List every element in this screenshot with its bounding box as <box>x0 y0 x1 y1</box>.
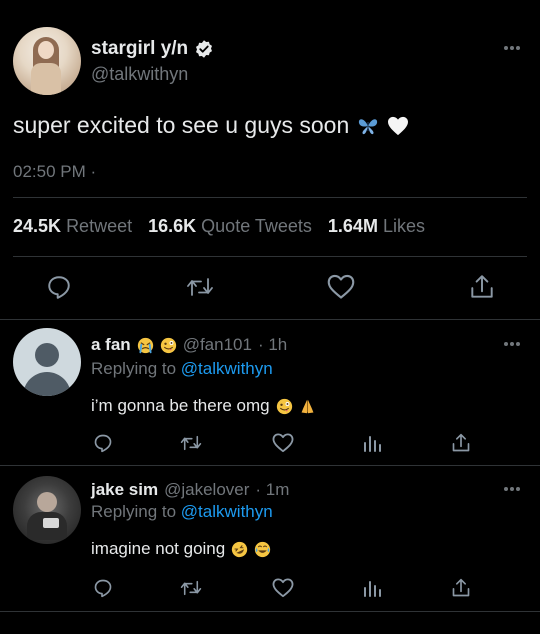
reply-icon[interactable] <box>93 433 113 453</box>
share-icon[interactable] <box>451 577 471 599</box>
white-heart-emoji-icon <box>388 116 409 135</box>
analytics-icon[interactable] <box>362 578 382 598</box>
tweet-text: super excited to see u guys soon <box>13 112 350 138</box>
divider <box>13 197 527 198</box>
reply-header: a fan @fan101 · 1h <box>91 335 287 355</box>
retweet-icon[interactable] <box>186 274 214 300</box>
reply-time[interactable]: · 1h <box>258 335 287 355</box>
like-icon[interactable] <box>272 578 294 598</box>
replying-to-link[interactable]: @talkwithyn <box>181 502 273 521</box>
avatar[interactable] <box>13 27 81 95</box>
reply-header: jake sim @jakelover · 1m <box>91 480 289 500</box>
avatar[interactable] <box>13 476 81 544</box>
retweet-stat[interactable]: 24.5K Retweet <box>13 216 132 237</box>
analytics-icon[interactable] <box>362 433 382 453</box>
divider <box>0 611 540 612</box>
verified-badge-icon <box>196 40 213 58</box>
divider <box>13 256 527 257</box>
reply-author-handle[interactable]: @jakelover <box>164 480 249 500</box>
reply-icon[interactable] <box>93 578 113 598</box>
more-icon[interactable] <box>502 485 522 493</box>
more-icon[interactable] <box>502 44 522 52</box>
replying-to: Replying to @talkwithyn <box>91 359 273 378</box>
tweet-stats: 24.5K Retweet 16.6K Quote Tweets 1.64M L… <box>13 216 425 237</box>
likes-stat[interactable]: 1.64M Likes <box>328 216 425 237</box>
reply-text-row: i’m gonna be there omg <box>91 396 316 416</box>
reply-text: i’m gonna be there omg <box>91 396 270 415</box>
reply-tweet[interactable]: a fan @fan101 · 1h Replying to @talkwith… <box>0 320 540 466</box>
tweet-time: 02:50 PM <box>13 162 86 181</box>
tears-of-joy-emoji-icon <box>255 541 271 557</box>
tweet-text-row: super excited to see u guys soon <box>13 112 409 139</box>
replying-to-link[interactable]: @talkwithyn <box>181 359 273 378</box>
zany-face-emoji-icon <box>276 398 292 414</box>
time-separator: · <box>90 162 97 181</box>
tweet-actions <box>0 272 540 304</box>
avatar[interactable] <box>13 328 81 396</box>
like-icon[interactable] <box>272 433 294 453</box>
share-icon[interactable] <box>469 273 495 301</box>
author-handle[interactable]: @talkwithyn <box>91 64 188 85</box>
reply-icon[interactable] <box>46 274 72 300</box>
reply-author-name[interactable]: a fan <box>91 335 131 355</box>
display-name[interactable]: stargirl y/n <box>91 38 188 60</box>
reply-text: imagine not going <box>91 539 226 558</box>
tweet-timestamp[interactable]: 02:50 PM · <box>13 162 96 182</box>
reply-time[interactable]: · 1m <box>255 480 289 500</box>
rofl-emoji-icon <box>232 541 248 557</box>
reply-author-handle[interactable]: @fan101 <box>183 335 252 355</box>
retweet-icon[interactable] <box>180 578 202 598</box>
main-tweet: stargirl y/n @talkwithyn super excited t… <box>0 0 540 320</box>
like-icon[interactable] <box>327 274 355 300</box>
author-name-row: stargirl y/n <box>91 38 214 60</box>
butterfly-emoji-icon <box>359 118 378 134</box>
reply-author-name[interactable]: jake sim <box>91 480 158 500</box>
folded-hands-emoji-icon <box>301 399 314 413</box>
share-icon[interactable] <box>451 432 471 454</box>
zany-face-emoji-icon <box>160 337 176 353</box>
retweet-icon[interactable] <box>180 433 202 453</box>
crying-face-emoji-icon <box>137 337 153 353</box>
reply-text-row: imagine not going <box>91 539 271 559</box>
quote-stat[interactable]: 16.6K Quote Tweets <box>148 216 312 237</box>
reply-tweet[interactable]: jake sim @jakelover · 1m Replying to @ta… <box>0 466 540 634</box>
replying-to: Replying to @talkwithyn <box>91 502 273 521</box>
more-icon[interactable] <box>502 340 522 348</box>
